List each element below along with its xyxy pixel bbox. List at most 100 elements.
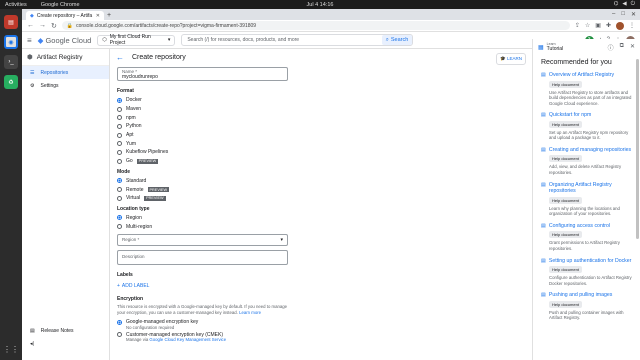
name-field[interactable]: Name * mycloudrunrepo	[117, 67, 288, 81]
recommendation-card[interactable]: ▤ Creating and managing repositories Help …	[533, 145, 640, 180]
doc-icon: ▤	[541, 257, 546, 264]
learn-button[interactable]: 🎓 LEARN	[496, 53, 526, 65]
help-document-tag: Help document	[549, 120, 582, 128]
mode-remote-radio[interactable]: Remote PREVIEW	[117, 185, 517, 194]
help-document-tag: Help document	[549, 80, 582, 88]
sidebar-item-repositories[interactable]: ☰ Repositories	[22, 66, 109, 79]
product-title: Artifact Registry	[36, 53, 83, 61]
back-arrow-icon[interactable]: ←	[116, 53, 124, 62]
format-kubeflow-radio[interactable]: Kubeflow Pipelines	[117, 148, 517, 157]
format-apt-radio[interactable]: Apt	[117, 131, 517, 140]
kms-link[interactable]: Google Cloud Key Management Service	[149, 337, 226, 342]
description-field[interactable]: Description	[117, 249, 288, 265]
format-maven-radio[interactable]: Maven	[117, 105, 517, 114]
google-cloud-logo[interactable]: ◆ Google Cloud	[38, 36, 92, 45]
cmek-sub: Manage via Google Cloud Key Management S…	[126, 337, 227, 343]
mode-heading: Mode	[117, 168, 131, 175]
mode-virtual-radio[interactable]: Virtual PREVIEW	[117, 194, 517, 203]
format-python-radio[interactable]: Python	[117, 122, 517, 131]
gcloud-favicon-icon: ◆	[30, 12, 34, 19]
clock[interactable]: Jul 4 14:16	[0, 2, 640, 8]
side-navigation: ⬢ Artifact Registry ☰ Repositories ⚙ Settin…	[22, 49, 110, 360]
dock: ▤ ◉ ›_ ♻ ⋮⋮	[0, 9, 22, 360]
sidebar-item-release-notes[interactable]: ▤ Release Notes	[22, 324, 109, 337]
page-header: ← Create repository	[110, 49, 532, 66]
format-go-radio[interactable]: Go PREVIEW	[117, 157, 517, 166]
browser-window: ◆ Create repository – Artifa ✕ + – □ ✕ ← →…	[22, 9, 640, 360]
terminal-app-icon[interactable]: ›_	[4, 55, 18, 69]
side-nav-bottom: ▤ Release Notes ◂|	[22, 324, 109, 350]
share-icon[interactable]: ⇪	[575, 22, 580, 29]
mode-standard-radio[interactable]: Standard	[117, 177, 517, 186]
hamburger-menu-icon[interactable]: ≡	[27, 36, 32, 45]
recommendation-card[interactable]: ▤ Overview of Artifact Registry Help docum…	[533, 70, 640, 110]
region-select[interactable]: Region * ▾	[117, 233, 288, 246]
dropdown-arrow-icon: ▾	[280, 236, 283, 243]
help-document-tag: Help document	[549, 155, 582, 163]
back-arrow-icon[interactable]: ←	[27, 22, 34, 29]
recommendation-card[interactable]: ▤ Configuring access control Help document…	[533, 221, 640, 256]
system-tray[interactable]: ⌬ ◀ ⏻	[614, 1, 635, 8]
location-region-radio[interactable]: Region	[117, 214, 517, 223]
collapse-nav-button[interactable]: ◂|	[22, 337, 109, 350]
location-multiregion-radio[interactable]: Multi-region	[117, 222, 517, 231]
format-npm-radio[interactable]: npm	[117, 113, 517, 122]
trash-app-icon[interactable]: ♻	[4, 75, 18, 89]
close-window-icon[interactable]: ✕	[631, 11, 636, 18]
profile-avatar[interactable]	[616, 21, 624, 30]
format-yum-radio[interactable]: Yum	[117, 139, 517, 148]
close-tab-icon[interactable]: ✕	[96, 13, 100, 19]
recommendation-card[interactable]: ▤ Pushing and pulling images Help document…	[533, 290, 640, 325]
menu-dots-icon[interactable]: ⋮	[629, 22, 635, 29]
url-bar[interactable]: 🔒 console.cloud.google.com/artifacts/crea…	[61, 21, 570, 30]
card-title[interactable]: Overview of Artifact Registry	[549, 72, 614, 79]
files-app-icon[interactable]: ▤	[4, 15, 18, 29]
panel-heading: Recommended for you	[541, 59, 612, 66]
search-button[interactable]: ⌕ Search	[381, 35, 413, 45]
browser-extensions: ⇪ ☆ ▣ ✚ ⋮	[575, 21, 635, 30]
card-title[interactable]: Creating and managing repositories	[549, 147, 631, 154]
card-title[interactable]: Quickstart for npm	[549, 112, 591, 119]
close-panel-icon[interactable]: ✕	[630, 43, 635, 52]
reload-icon[interactable]: ↻	[51, 22, 57, 30]
recommendation-card[interactable]: ▤ Quickstart for npm Help document Set up a…	[533, 110, 640, 145]
chevron-down-icon: ▾	[167, 37, 171, 43]
chrome-app-icon[interactable]: ◉	[4, 35, 18, 49]
project-selector[interactable]: ⬡ My first Cloud Run Project ▾	[97, 34, 176, 46]
doc-icon: ▤	[541, 292, 546, 299]
extension-icon[interactable]: ▣	[595, 22, 601, 29]
add-label-button[interactable]: + ADD LABEL	[117, 283, 517, 289]
puzzle-icon[interactable]: ✚	[606, 22, 611, 29]
maximize-icon[interactable]: □	[621, 11, 625, 18]
help-circle-icon[interactable]: ⓘ	[608, 43, 614, 52]
learn-more-link[interactable]: Learn more	[239, 310, 261, 315]
card-title[interactable]: Setting up authentication for Docker	[549, 258, 631, 265]
card-title[interactable]: Organizing Artifact Registry repositorie…	[549, 182, 632, 195]
tab-create-repository[interactable]: ◆ Create repository – Artifa ✕	[26, 11, 104, 20]
forward-arrow-icon[interactable]: →	[39, 22, 46, 29]
os-top-bar: Activities Google Chrome Jul 4 14:16 ⌬ ◀ ⏻	[0, 0, 640, 9]
minimize-icon[interactable]: –	[612, 11, 615, 18]
format-docker-radio[interactable]: Docker	[117, 96, 517, 105]
card-title[interactable]: Pushing and pulling images	[549, 292, 612, 299]
address-bar-row: ← → ↻ 🔒 console.cloud.google.com/artifact…	[22, 20, 640, 32]
recommendation-card[interactable]: ▤ Setting up authentication for Docker Hel…	[533, 256, 640, 291]
doc-icon: ▤	[541, 222, 546, 229]
list-icon: ☰	[30, 69, 35, 76]
app-grid-icon[interactable]: ⋮⋮	[3, 345, 19, 354]
project-name: My first Cloud Run Project	[109, 34, 151, 46]
gear-icon: ⚙	[30, 82, 35, 89]
card-title[interactable]: Configuring access control	[549, 223, 610, 230]
bookmark-star-icon[interactable]: ☆	[585, 22, 590, 29]
new-tab-icon[interactable]: +	[107, 12, 111, 19]
labels-heading: Labels	[117, 271, 133, 278]
search-input[interactable]: Search (/) for resources, docs, products…	[181, 34, 414, 46]
search-icon: ⌕	[385, 36, 389, 43]
doc-icon: ▤	[541, 112, 546, 119]
open-external-icon[interactable]: ⧉	[620, 43, 624, 52]
recommendation-card[interactable]: ▤ Organizing Artifact Registry repositori…	[533, 180, 640, 221]
encryption-description: This resource is encrypted with a Google…	[117, 303, 288, 315]
panel-scrollbar[interactable]	[636, 59, 639, 239]
sidebar-item-settings[interactable]: ⚙ Settings	[22, 79, 109, 92]
lock-icon: 🔒	[66, 22, 74, 29]
